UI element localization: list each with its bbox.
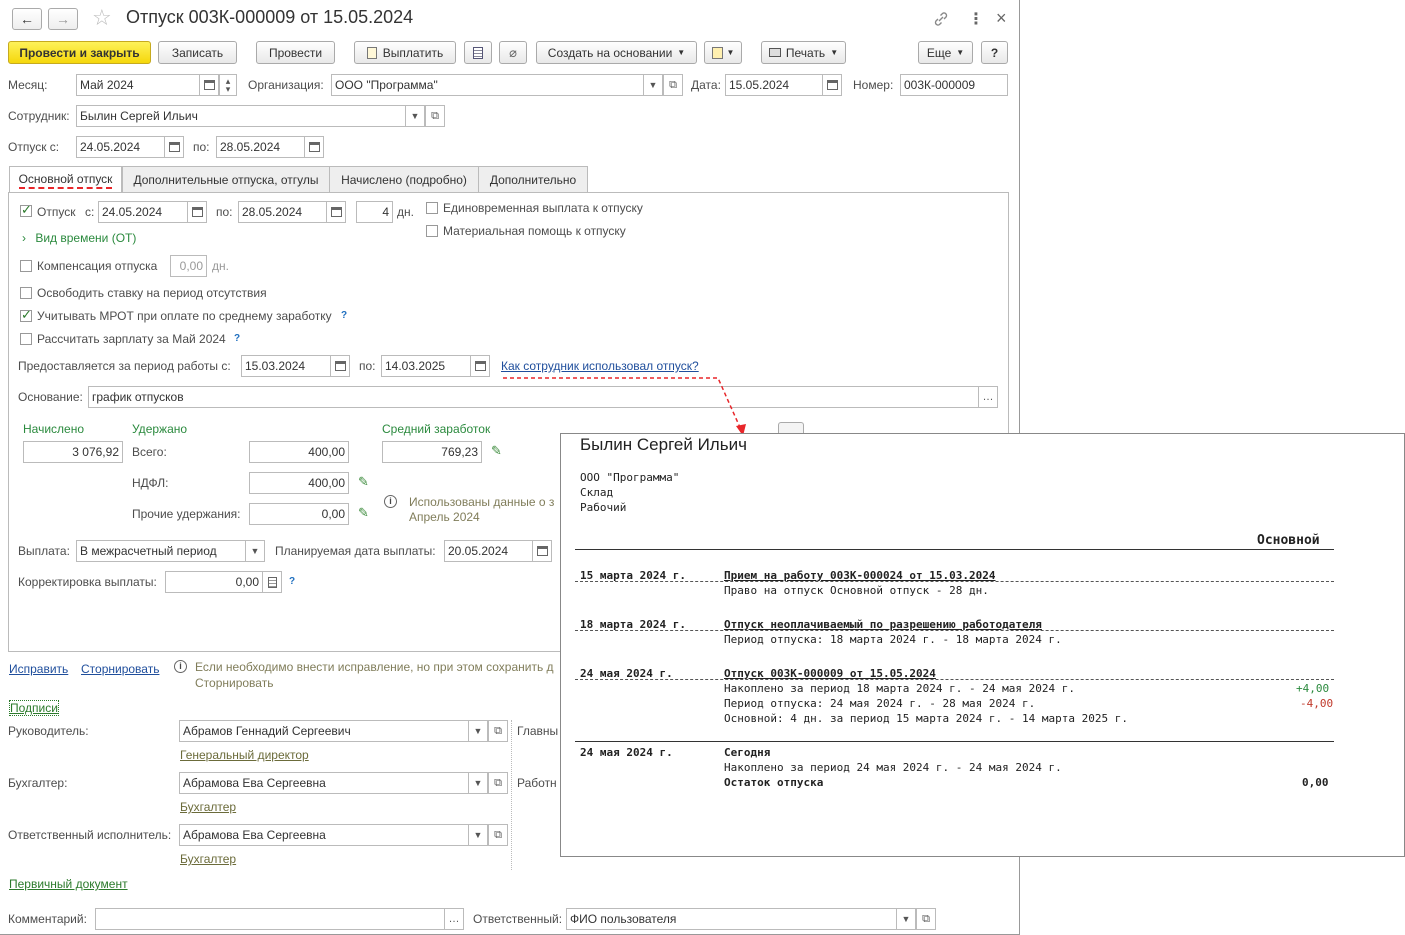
- report-accrued-value: +4,00: [1296, 682, 1330, 695]
- report-column-header: Основной: [1257, 533, 1320, 548]
- report-dotted-divider: [575, 581, 1334, 582]
- report-position: Рабочий: [580, 501, 627, 514]
- report-dotted-divider: [575, 679, 1334, 680]
- report-balance-value: 0,00: [1302, 776, 1329, 789]
- report-dotted-divider: [575, 630, 1334, 631]
- report-entry-line: Накоплено за период 18 марта 2024 г. - 2…: [724, 682, 1075, 695]
- vacation-usage-report: Былин Сергей Ильич ООО "Программа" Склад…: [560, 433, 1405, 857]
- report-today-date: 24 мая 2024 г.: [580, 746, 673, 759]
- report-department: Склад: [580, 486, 614, 499]
- report-entry-line: Основной: 4 дн. за период 15 марта 2024 …: [724, 712, 1128, 725]
- report-entry-line: Период отпуска: 24 мая 2024 г. - 28 мая …: [724, 697, 1036, 710]
- report-divider: [575, 741, 1334, 742]
- report-divider: [575, 549, 1334, 550]
- report-entry-line: Период отпуска: 18 марта 2024 г. - 18 ма…: [724, 633, 1062, 646]
- report-balance-label: Остаток отпуска: [724, 776, 824, 789]
- report-entry-line: Право на отпуск Основной отпуск - 28 дн.: [724, 584, 989, 597]
- report-used-value: -4,00: [1300, 697, 1334, 710]
- report-today-line: Накоплено за период 24 мая 2024 г. - 24 …: [724, 761, 1062, 774]
- report-organization: ООО "Программа": [580, 471, 680, 484]
- report-employee-name: Былин Сергей Ильич: [580, 435, 747, 454]
- report-today-label: Сегодня: [724, 746, 771, 759]
